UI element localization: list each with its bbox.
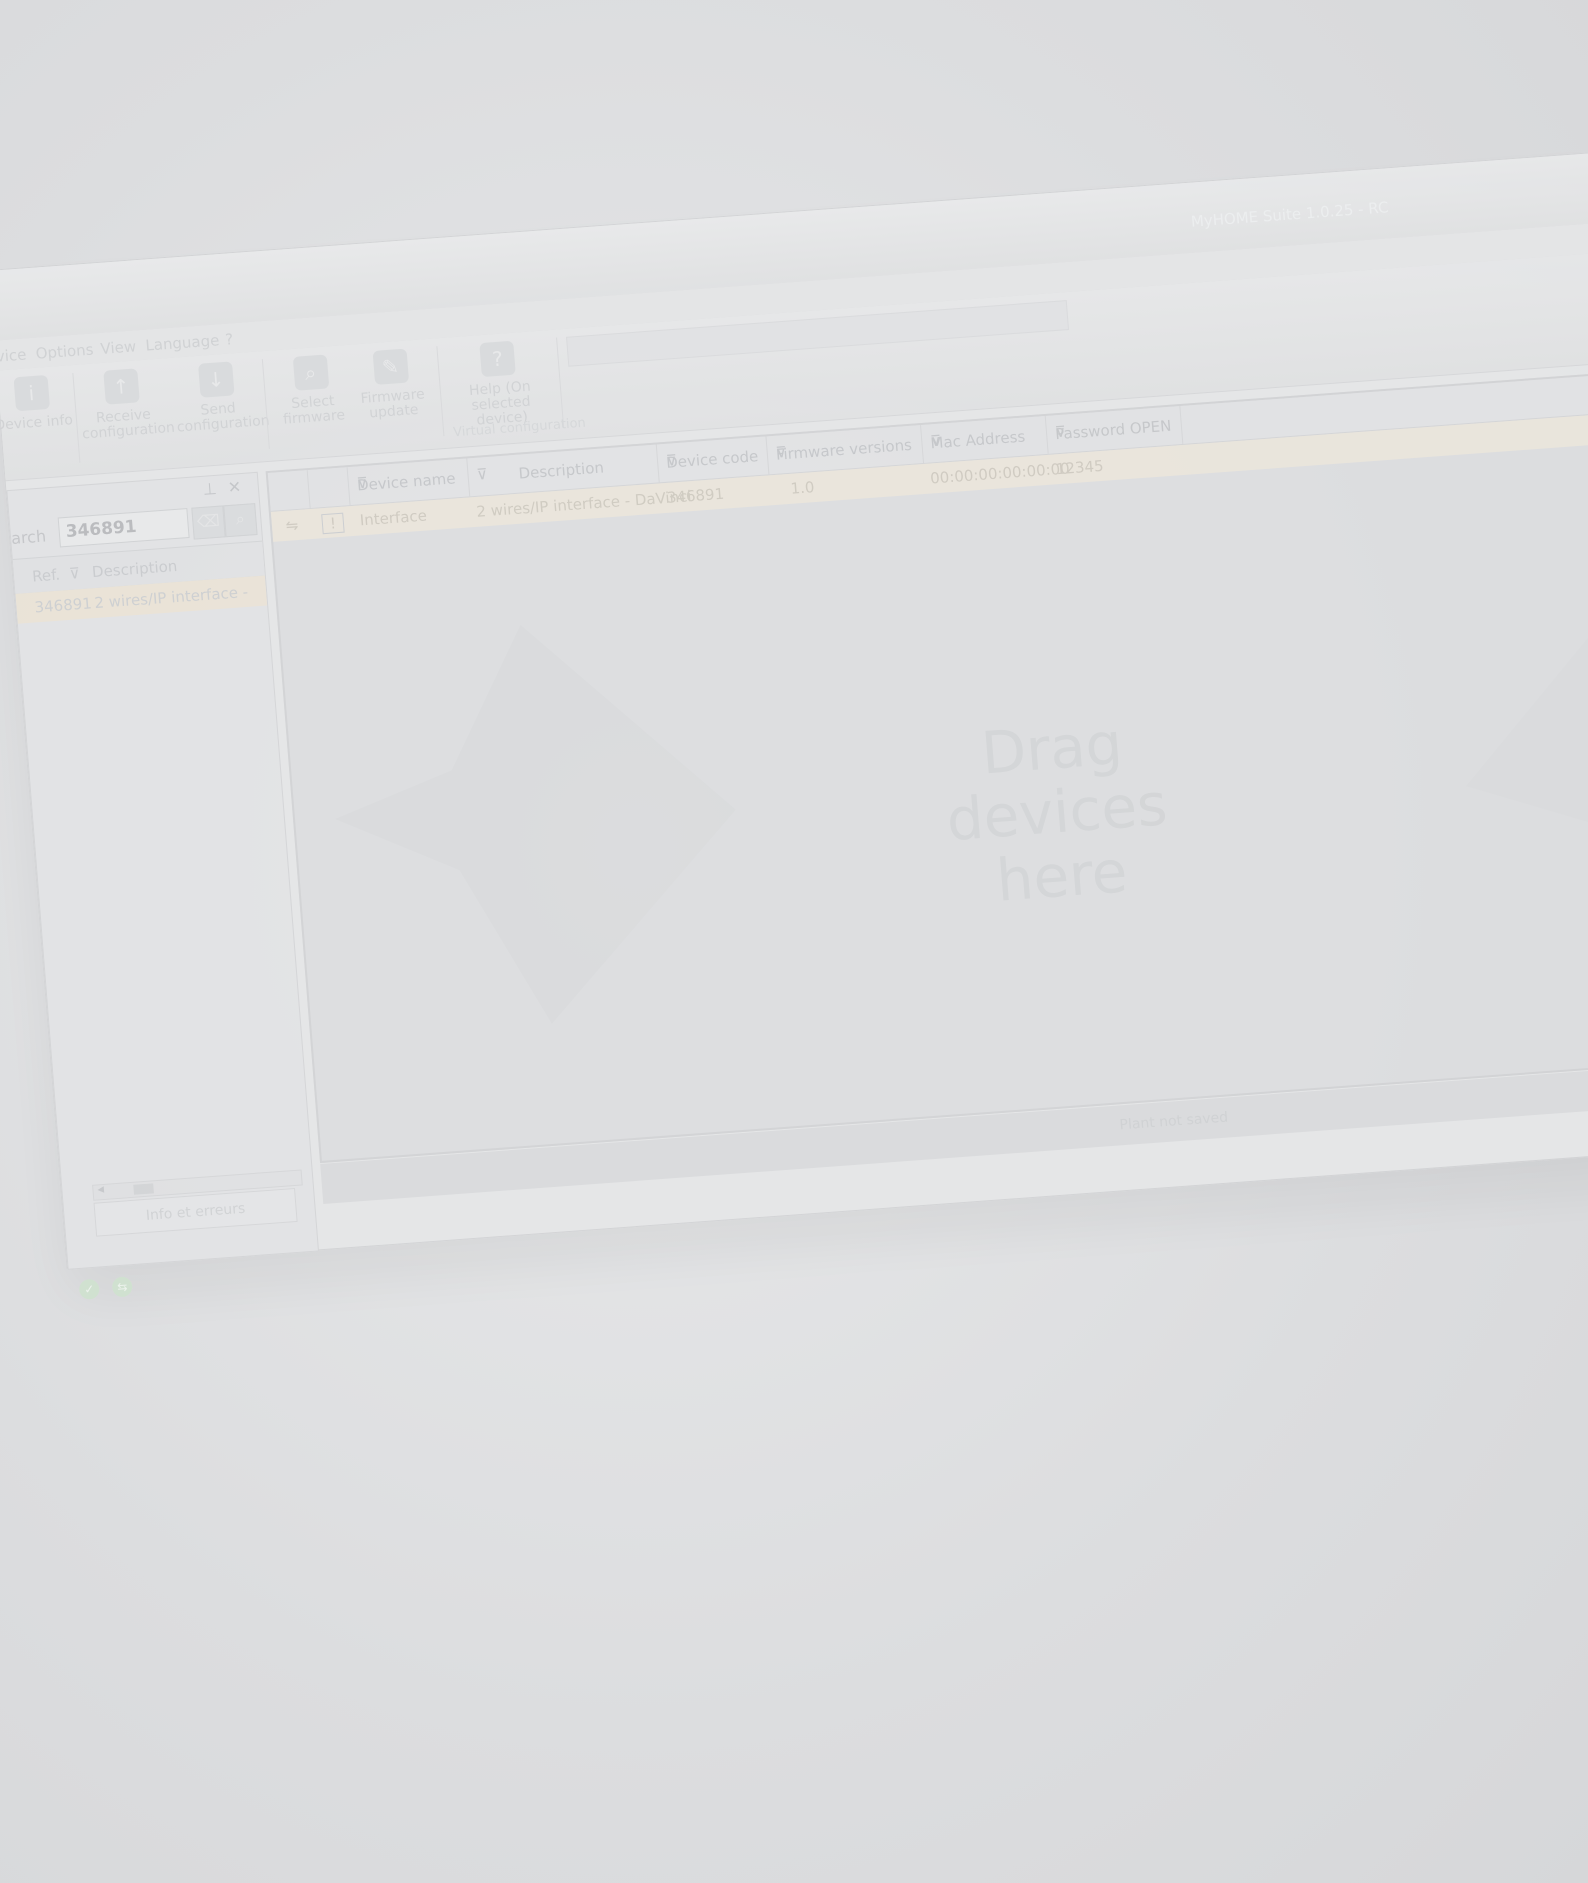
firmware-update-label: Firmware update (360, 386, 426, 422)
eraser-icon[interactable]: ⌫ (191, 505, 226, 540)
warning-icon: ! (321, 512, 345, 535)
help-icon: ? (479, 340, 516, 378)
menu-options[interactable]: Options (35, 341, 94, 363)
column-ref[interactable]: Ref. (31, 566, 60, 586)
scroll-left-icon[interactable]: ◂ (97, 1182, 105, 1197)
receive-configuration-label: Receive configuration (81, 406, 176, 443)
info-icon: i (13, 374, 50, 412)
screen-backdrop: MyHOME Suite 1.0.25 - RC vice Options Vi… (0, 0, 1588, 1883)
background-watermark (321, 610, 751, 1038)
device-type-icon: ⇋ (284, 515, 299, 535)
column-device-code[interactable]: Device code ⊽ (656, 436, 770, 483)
catalog-panel: ⊥ ✕ arch ⌫ ⌕ Ref. ⊽ Description 346891 2… (6, 471, 320, 1270)
scroll-thumb[interactable] (133, 1183, 154, 1195)
search-input[interactable] (57, 508, 190, 548)
send-icon: ↓ (197, 361, 235, 398)
send-configuration-button[interactable]: ↓ Send configuration (172, 360, 270, 436)
firmware-update-button[interactable]: ✎ Firmware update (347, 347, 437, 423)
ribbon-separator (556, 337, 565, 428)
device-info-label: Device info (0, 412, 74, 434)
device-info-button[interactable]: i Device info (0, 373, 77, 434)
menu-device[interactable]: vice (0, 345, 27, 365)
filter-icon[interactable]: ⊽ (356, 467, 462, 493)
select-firmware-label: Select firmware (282, 393, 346, 428)
catalog-description: 2 wires/IP interface - (93, 582, 249, 613)
device-code-cell: 346891 (666, 484, 725, 507)
search-label: arch (10, 526, 47, 548)
column-status (307, 467, 351, 509)
status-text: Plant not saved (1118, 1109, 1229, 1134)
search-go-icon[interactable]: ⌕ (223, 503, 258, 538)
bottom-status-icons: ✓ ⇆ (78, 1275, 141, 1301)
column-type (267, 470, 311, 511)
catalog-ref: 346891 (33, 594, 93, 617)
app-window: MyHOME Suite 1.0.25 - RC vice Options Vi… (0, 149, 1588, 1301)
firmware-icon: ✎ (372, 348, 409, 385)
devices-area[interactable]: Device name ⊽ Description ⊽ Device code … (265, 369, 1588, 1164)
menu-help[interactable]: ? (225, 330, 234, 349)
help-selected-device-button[interactable]: ? Help (On selected device) (441, 338, 557, 431)
connection-ok-icon: ✓ (78, 1278, 101, 1301)
column-description[interactable]: Description (91, 557, 178, 581)
search-icon: ⌕ (292, 354, 329, 391)
menu-language[interactable]: Language (145, 331, 220, 354)
app-title: MyHOME Suite 1.0.25 - RC (1190, 198, 1390, 231)
filter-icon[interactable]: ⊽ (68, 564, 80, 583)
menu-view[interactable]: View (100, 337, 137, 358)
send-configuration-label: Send configuration (176, 400, 271, 436)
device-name-cell: Interface (359, 506, 428, 530)
select-firmware-button[interactable]: ⌕ Select firmware (267, 353, 357, 429)
firmware-cell: 1.0 (789, 478, 816, 498)
receive-icon: ↑ (102, 368, 140, 405)
pin-icon[interactable]: ⊥ (202, 479, 217, 499)
password-cell: 12345 (1055, 456, 1105, 479)
sync-icon: ⇆ (111, 1276, 134, 1298)
receive-configuration-button[interactable]: ↑ Receive configuration (77, 367, 175, 443)
close-icon[interactable]: ✕ (227, 477, 242, 497)
background-watermark (1454, 619, 1588, 936)
drop-zone-hint: Drag devices here (930, 708, 1184, 917)
mac-address-cell: 00:00:00:00:00:00 (929, 459, 1071, 488)
filter-icon[interactable]: ⊽ (665, 445, 761, 470)
